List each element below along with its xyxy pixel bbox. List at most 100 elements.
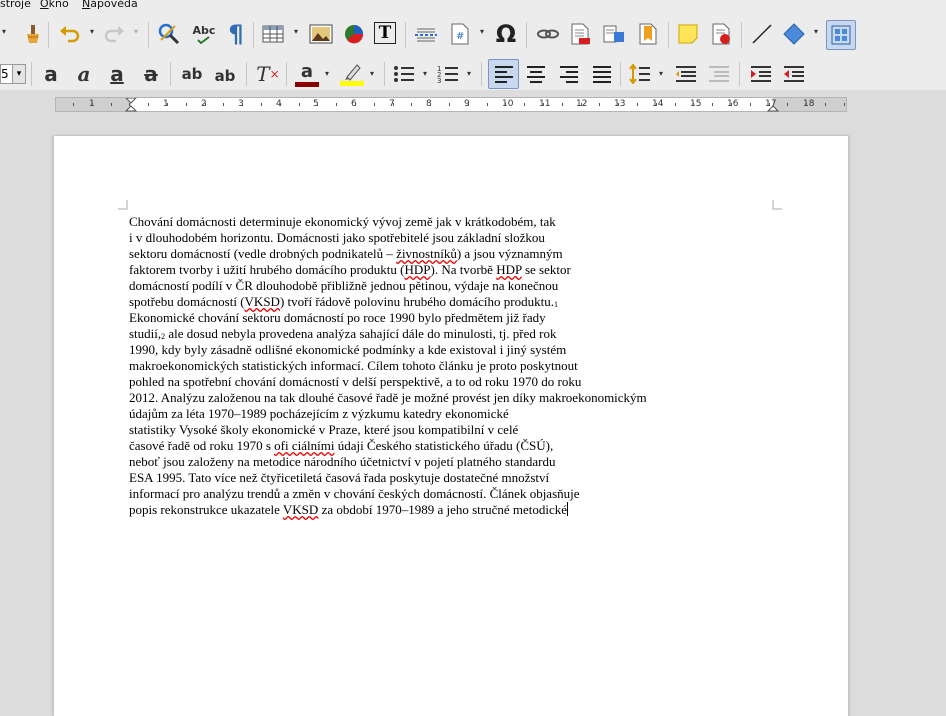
redo-icon[interactable] (103, 22, 127, 46)
spellcheck-icon[interactable]: Abc (192, 22, 216, 46)
text-line: ESA 1995. Tato více než čtyřicetiletá ča… (129, 470, 769, 486)
increase-indent-icon[interactable] (749, 62, 773, 86)
svg-text:3: 3 (437, 77, 441, 84)
left-indent-marker[interactable] (125, 98, 137, 112)
text-segment: ale dosud nebyla provedena analýza sahaj… (165, 326, 557, 341)
formatting-marks-icon[interactable]: ¶ (224, 20, 248, 48)
ordered-list-dropdown[interactable]: ▾ (467, 69, 471, 78)
justify-icon[interactable] (590, 62, 614, 86)
separator (148, 22, 149, 48)
align-right-icon[interactable] (557, 62, 581, 86)
highlight-swatch (340, 80, 364, 86)
separator (31, 62, 32, 86)
line-spacing-icon[interactable] (628, 62, 652, 86)
line-icon[interactable] (750, 22, 774, 46)
undo-dropdown[interactable]: ▾ (90, 27, 94, 36)
align-left-icon[interactable] (488, 59, 519, 89)
separator (481, 62, 482, 86)
highlighting-icon[interactable] (339, 60, 365, 88)
separator (405, 22, 406, 48)
insert-chart-icon[interactable] (342, 22, 366, 46)
comment-icon[interactable] (676, 22, 700, 46)
text-segment: faktorem tvorby i užití hrubého domácího… (129, 262, 405, 277)
ruler-tick (524, 103, 525, 106)
find-replace-icon[interactable] (157, 22, 181, 46)
redo-dropdown[interactable]: ▾ (134, 27, 138, 36)
hyperlink-icon[interactable] (536, 22, 560, 46)
text-line: údajům za léta 1970–1989 pocházejícím z … (129, 406, 769, 422)
bold-icon[interactable]: a (39, 62, 63, 86)
misspelled-word: VKSD (282, 502, 319, 517)
increase-paragraph-spacing-icon[interactable] (674, 62, 698, 86)
text-line: 2012. Analýzu založenou na tak dlouhé ča… (129, 390, 769, 406)
document-body-text[interactable]: Chování domácnosti determinuje ekonomick… (129, 214, 769, 518)
ruler-tick (92, 103, 93, 106)
standard-toolbar: ▾ ▾ ▾ Abc ¶ ▾ T # ▾ Ω ▾ (0, 12, 946, 58)
insert-table-icon[interactable] (261, 22, 285, 46)
dropdown-arrow[interactable]: ▾ (2, 27, 6, 36)
ruler-tick (393, 103, 394, 106)
insert-comment-caption-icon[interactable] (602, 22, 626, 46)
subscript-icon[interactable]: ab (211, 64, 239, 88)
align-center-icon[interactable] (524, 62, 548, 86)
separator (739, 62, 740, 86)
ordered-list-icon[interactable]: 123 (436, 62, 460, 86)
menu-help[interactable]: Nápověda (82, 0, 138, 9)
page-break-icon[interactable] (414, 22, 438, 46)
field-dropdown[interactable]: ▾ (480, 27, 484, 36)
footnote-icon[interactable] (568, 22, 592, 46)
misspelled-word: živnostníků (396, 246, 457, 261)
font-color-icon[interactable]: a (294, 60, 320, 88)
track-changes-icon[interactable] (709, 22, 733, 46)
basic-shapes-icon[interactable] (782, 22, 806, 46)
horizontal-ruler[interactable]: 1123456789101112131415161718 (55, 97, 847, 112)
insert-textbox-icon[interactable]: T (374, 22, 396, 44)
text-line: statistiky Vysoké školy ekonomické v Pra… (129, 422, 769, 438)
text-segment: neboť jsou založeny na metodice národníh… (129, 454, 556, 469)
special-character-icon[interactable]: Ω (494, 20, 518, 48)
menu-tools[interactable]: stroje (0, 0, 31, 9)
ruler-tick (675, 103, 676, 106)
table-dropdown[interactable]: ▾ (294, 27, 298, 36)
font-color-dropdown[interactable]: ▾ (325, 69, 329, 78)
bookmark-icon[interactable] (636, 22, 660, 46)
misspelled-word: HDP (496, 262, 522, 277)
line-spacing-dropdown[interactable]: ▾ (659, 69, 663, 78)
unordered-list-icon[interactable] (392, 62, 416, 86)
unordered-list-dropdown[interactable]: ▾ (423, 69, 427, 78)
highlight-dropdown[interactable]: ▾ (370, 69, 374, 78)
ruler-tick (411, 103, 412, 106)
menu-window[interactable]: Okno (40, 0, 69, 9)
underline-icon[interactable]: a (105, 62, 129, 86)
text-segment: statistiky Vysoké školy ekonomické v Pra… (129, 422, 519, 437)
separator (170, 62, 171, 86)
ruler-tick (186, 103, 187, 106)
menu-window-mnemonic: O (40, 0, 49, 10)
text-line: domácností podílí v ČR dlouhodobě přibli… (129, 278, 769, 294)
ruler-tick (599, 103, 600, 106)
font-size-box[interactable]: 5 ▾ (0, 64, 26, 84)
text-line: neboť jsou založeny na metodice národníh… (129, 454, 769, 470)
ruler-tick (299, 103, 300, 106)
clear-x-icon: × (269, 67, 280, 81)
insert-image-icon[interactable] (309, 22, 333, 46)
decrease-indent-icon[interactable] (782, 62, 806, 86)
clear-formatting-icon[interactable]: T × (256, 62, 280, 86)
text-cursor (567, 502, 569, 516)
text-boundary-corner-top-right (772, 200, 782, 210)
font-color-glyph: a (300, 60, 314, 82)
insert-field-icon[interactable]: # (448, 22, 472, 46)
draw-functions-icon[interactable] (826, 20, 856, 50)
text-segment: pohled na spotřební chování domácností v… (129, 374, 582, 389)
menu-window-label: kno (48, 0, 69, 10)
undo-icon[interactable] (57, 22, 81, 46)
italic-icon[interactable]: a (72, 62, 96, 86)
clone-formatting-icon[interactable] (18, 22, 42, 46)
shapes-dropdown[interactable]: ▾ (814, 27, 818, 36)
separator (253, 22, 254, 48)
chevron-down-icon[interactable]: ▾ (12, 65, 25, 83)
superscript-icon[interactable]: ab (178, 62, 206, 86)
decrease-paragraph-spacing-icon[interactable] (707, 62, 731, 86)
strikethrough-icon[interactable]: a (139, 62, 163, 86)
ruler-tick (223, 103, 224, 106)
